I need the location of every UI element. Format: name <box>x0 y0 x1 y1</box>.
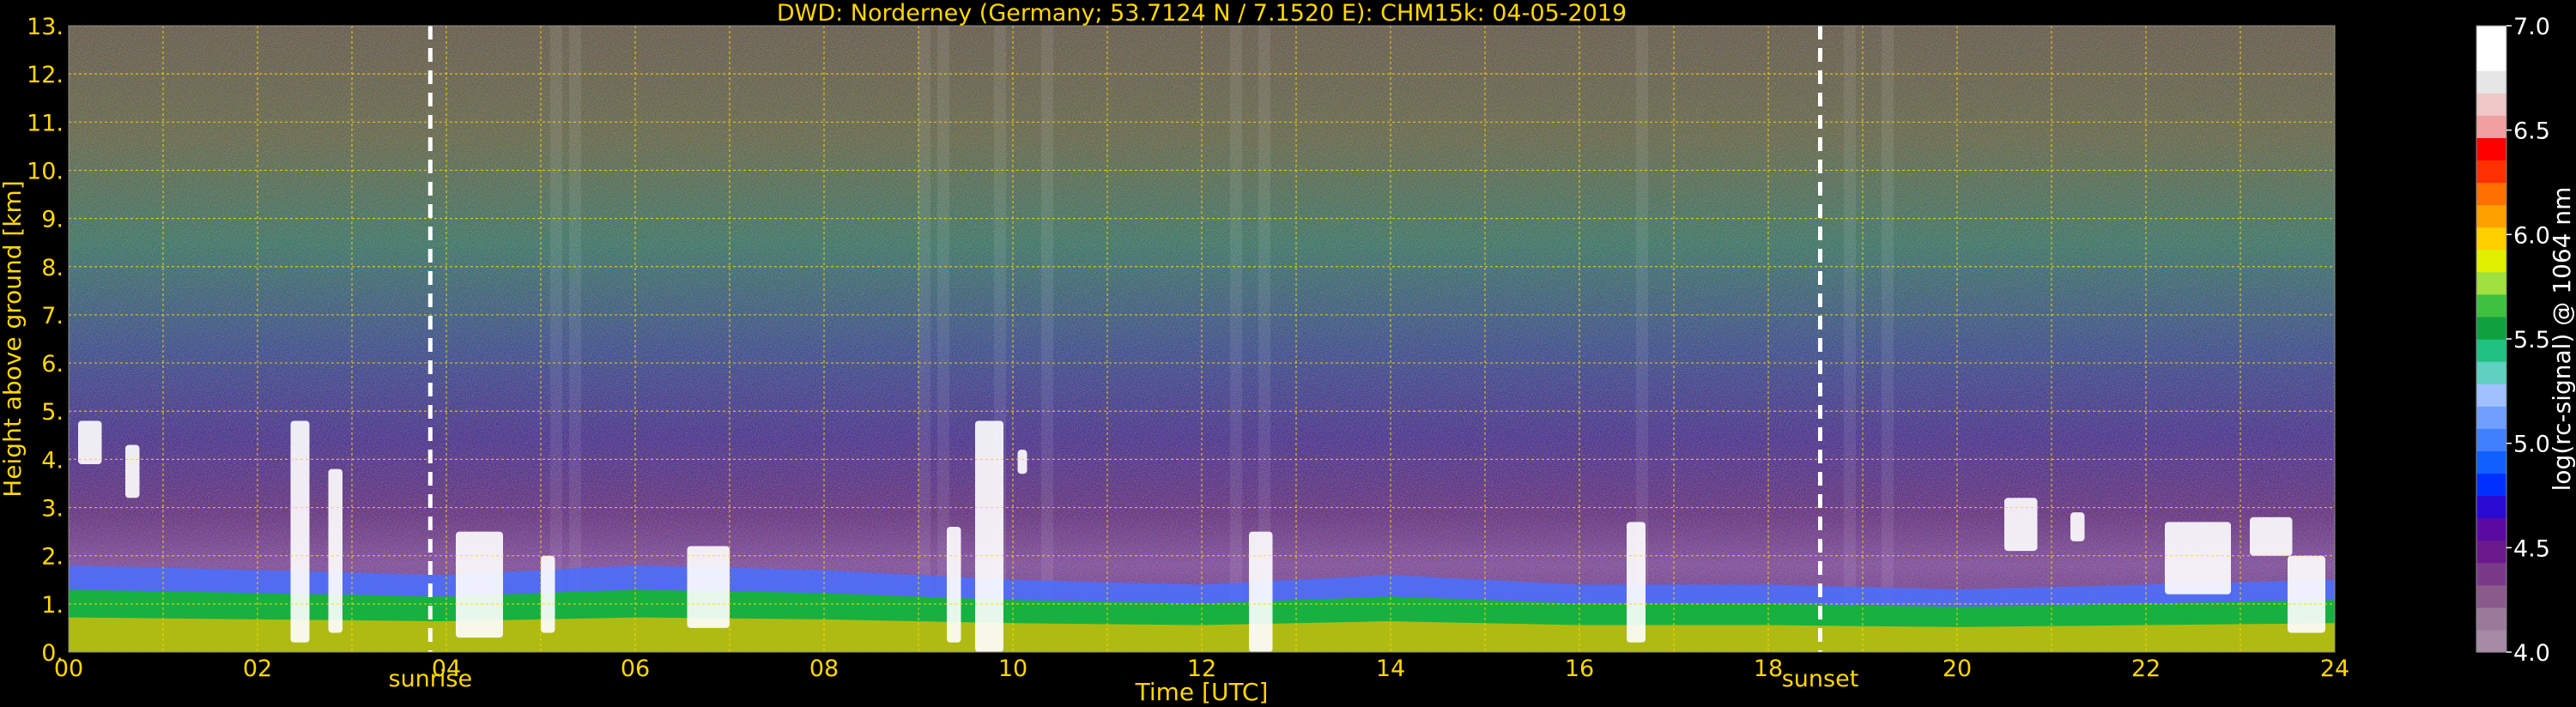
y-tick-label: 4. <box>41 447 64 474</box>
cloud <box>2070 512 2085 541</box>
colorbar-tick-label: 6.5 <box>2513 118 2550 145</box>
x-tick-label: 10 <box>998 656 1027 682</box>
cloud <box>2165 522 2231 595</box>
colorbar-tick-label: 7.0 <box>2513 14 2550 40</box>
colorbar <box>2476 25 2507 653</box>
colorbar-ticks: 4.0 4.5 5.0 5.5 6.0 6.5 7.0 <box>2506 14 2550 667</box>
y-tick-label: 2. <box>41 544 64 571</box>
colorbar-segment <box>2476 249 2506 273</box>
colorbar-segment <box>2476 137 2506 161</box>
colorbar-tick-label: 6.0 <box>2513 222 2550 249</box>
streak <box>1882 26 1894 652</box>
colorbar-tick-label: 4.5 <box>2513 535 2550 562</box>
x-tick-label: 00 <box>54 656 83 682</box>
colorbar-segment <box>2476 629 2506 653</box>
y-tick-label: 13. <box>27 14 64 40</box>
colorbar-segment <box>2476 160 2506 184</box>
cloud <box>1017 450 1027 474</box>
colorbar-segment <box>2476 495 2506 519</box>
cloud <box>975 420 1003 652</box>
colorbar-segment <box>2476 93 2506 116</box>
colorbar-segment <box>2476 406 2506 429</box>
colorbar-segment <box>2476 361 2506 384</box>
colorbar-segment <box>2476 204 2506 228</box>
cloud <box>947 527 961 643</box>
chart-title: DWD: Norderney (Germany; 53.7124 N / 7.1… <box>777 0 1627 27</box>
streak <box>569 26 581 652</box>
colorbar-segment <box>2476 339 2506 362</box>
streak <box>1844 26 1856 652</box>
colorbar-segment <box>2476 473 2506 497</box>
cloud <box>290 420 310 643</box>
colorbar-segment <box>2476 271 2506 295</box>
cloud <box>541 555 555 633</box>
sunset-label: sunset <box>1782 666 1859 692</box>
colorbar-segment <box>2476 517 2506 541</box>
cloud <box>2250 517 2293 556</box>
y-tick-label: 3. <box>41 496 64 523</box>
y-tick-label: 6. <box>41 351 64 378</box>
x-tick-label: 08 <box>809 656 839 682</box>
x-axis-label: Time [UTC] <box>1135 678 1269 706</box>
colorbar-segment <box>2476 26 2506 49</box>
x-tick-label: 16 <box>1565 656 1594 682</box>
colorbar-tick-label: 5.0 <box>2513 432 2550 458</box>
x-tick-label: 18 <box>1754 656 1783 682</box>
colorbar-segment <box>2476 607 2506 631</box>
colorbar-segment <box>2476 227 2506 251</box>
y-tick-label: 8. <box>41 255 64 281</box>
y-tick-label: 12. <box>27 62 64 88</box>
y-tick-label: 11. <box>27 110 64 136</box>
colorbar-segment <box>2476 182 2506 206</box>
y-tick-label: 10. <box>27 158 64 184</box>
ceilometer-chart: DWD: Norderney (Germany; 53.7124 N / 7.1… <box>0 0 2576 706</box>
y-tick-label: 1. <box>41 592 64 619</box>
colorbar-segment <box>2476 316 2506 340</box>
sun-marker-labels: sunrise sunset <box>389 666 1859 692</box>
colorbar-segment <box>2476 115 2506 138</box>
x-tick-label: 06 <box>621 656 650 682</box>
colorbar-segment <box>2476 70 2506 94</box>
colorbar-segment <box>2476 540 2506 564</box>
x-tick-label: 24 <box>2320 656 2349 682</box>
x-tick-label: 20 <box>1943 656 1972 682</box>
cloud <box>1627 522 1646 643</box>
streak <box>918 26 930 652</box>
y-tick-label: 5. <box>41 399 64 426</box>
sunrise-label: sunrise <box>389 666 473 692</box>
streak <box>1230 26 1242 652</box>
x-tick-label: 14 <box>1376 656 1405 682</box>
cloud <box>2288 555 2325 633</box>
y-tick-label: 7. <box>41 303 64 329</box>
y-tick-label: 9. <box>41 207 64 233</box>
colorbar-segment <box>2476 562 2506 586</box>
colorbar-tick-label: 4.0 <box>2513 640 2550 667</box>
y-axis-label: Height above ground [km] <box>0 180 27 498</box>
colorbar-segment <box>2476 584 2506 608</box>
colorbar-segment <box>2476 48 2506 71</box>
cloud <box>2004 498 2038 552</box>
cloud <box>456 531 503 638</box>
colorbar-segment <box>2476 384 2506 407</box>
colorbar-segment <box>2476 428 2506 451</box>
cloud <box>125 444 140 499</box>
x-tick-label: 22 <box>2131 656 2161 682</box>
cloud <box>1249 531 1273 652</box>
cloud <box>328 468 342 633</box>
colorbar-label: log(rc-signal) @ 1064 nm <box>2548 187 2576 492</box>
x-tick-label: 02 <box>243 656 272 682</box>
y-axis: 0.1.2.3.4.5.6.7.8.9.10.11.12.13. <box>27 14 64 667</box>
colorbar-segment <box>2476 293 2506 317</box>
cloud <box>78 420 102 464</box>
plot-area <box>69 26 2335 652</box>
colorbar-segment <box>2476 450 2506 474</box>
streak <box>1041 26 1053 652</box>
cloud <box>687 546 730 628</box>
colorbar-tick-label: 5.5 <box>2513 327 2550 354</box>
